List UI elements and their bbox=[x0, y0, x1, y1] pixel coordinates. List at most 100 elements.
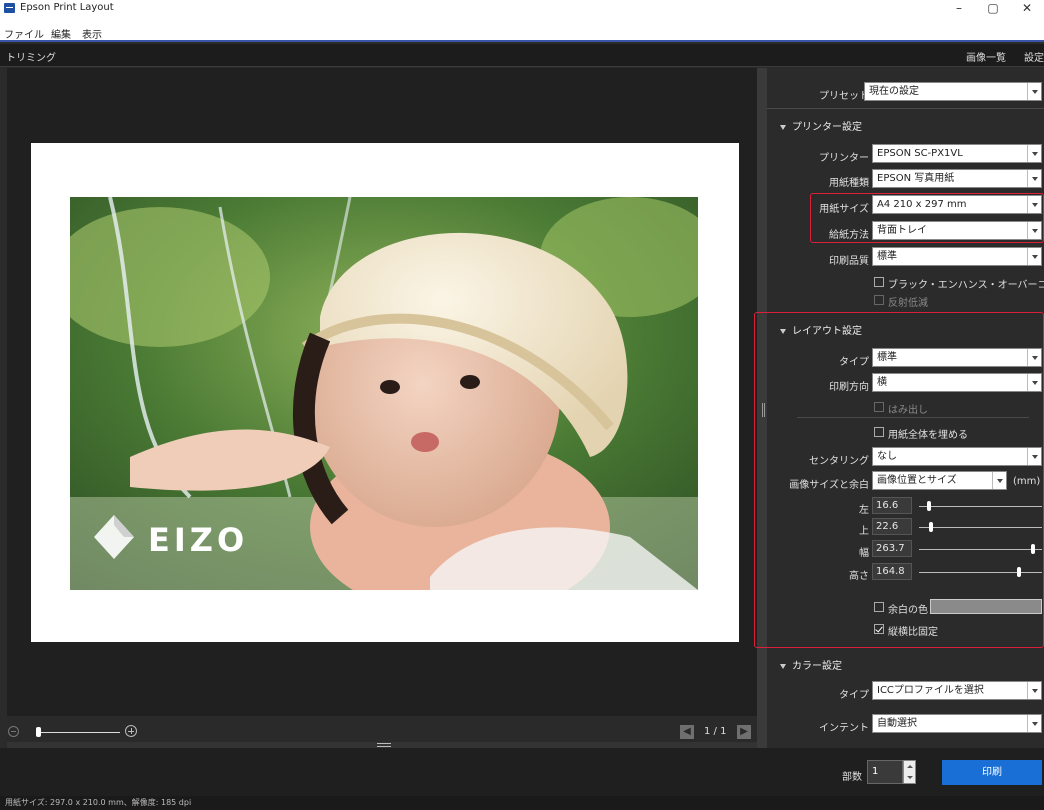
eizo-text: EIZO bbox=[148, 521, 248, 559]
menu-edit[interactable]: 編集 bbox=[51, 26, 71, 41]
next-page-button[interactable]: ▶ bbox=[737, 725, 751, 739]
orientation-label: 印刷方向 bbox=[829, 382, 869, 393]
print-preview: EIZO bbox=[7, 68, 757, 716]
height-slider-track[interactable] bbox=[919, 572, 1042, 573]
image-list-button[interactable]: 画像一覧 bbox=[966, 49, 1006, 64]
maximize-button[interactable]: ▢ bbox=[978, 1, 1008, 16]
menu-file[interactable]: ファイル bbox=[4, 26, 44, 41]
collapse-arrow-icon bbox=[780, 328, 786, 334]
fill-paper-checkbox[interactable] bbox=[874, 427, 884, 437]
title-bar: Epson Print Layout – ▢ ✕ bbox=[0, 0, 1044, 17]
paper-size-label: 用紙サイズ bbox=[819, 204, 869, 215]
collapse-arrow-icon bbox=[780, 663, 786, 669]
zoom-slider-track[interactable] bbox=[38, 732, 120, 733]
chevron-down-icon bbox=[1027, 83, 1041, 100]
settings-button[interactable]: 設定 bbox=[1024, 49, 1044, 64]
reflection-checkbox[interactable] bbox=[874, 295, 884, 305]
prev-page-button[interactable]: ◀ bbox=[680, 725, 694, 739]
type-select[interactable]: 標準 bbox=[872, 348, 1042, 367]
size-margin-select[interactable]: 画像位置とサイズ bbox=[872, 471, 1007, 490]
top-slider-knob[interactable] bbox=[929, 522, 934, 532]
epson-app-icon bbox=[4, 3, 15, 13]
unit-label: (mm) bbox=[1013, 476, 1041, 487]
chevron-down-icon bbox=[1027, 248, 1041, 265]
bleed-label: はみ出し bbox=[888, 405, 928, 416]
width-input[interactable]: 263.7 bbox=[872, 540, 912, 557]
width-label: 幅 bbox=[859, 548, 869, 559]
eizo-watermark-logo: EIZO bbox=[84, 507, 264, 562]
window-title: Epson Print Layout bbox=[20, 2, 114, 13]
keep-ratio-label: 縦横比固定 bbox=[888, 627, 938, 638]
status-bar: 用紙サイズ: 297.0 x 210.0 mm、解像度: 185 dpi bbox=[0, 796, 1044, 810]
printer-select[interactable]: EPSON SC-PX1VL bbox=[872, 144, 1042, 163]
quality-label: 印刷品質 bbox=[829, 256, 869, 267]
copies-label: 部数 bbox=[842, 772, 862, 783]
menu-view[interactable]: 表示 bbox=[82, 26, 102, 41]
zoom-in-icon[interactable] bbox=[125, 725, 137, 737]
chevron-down-icon bbox=[1027, 448, 1041, 465]
trimming-tab[interactable]: トリミング bbox=[6, 49, 56, 64]
zoom-slider-knob[interactable] bbox=[36, 727, 41, 737]
preset-select[interactable]: 現在の設定 bbox=[864, 82, 1042, 101]
color-settings-header[interactable]: カラー設定 bbox=[780, 657, 842, 672]
minimize-button[interactable]: – bbox=[944, 1, 974, 16]
reflection-label: 反射低減 bbox=[888, 298, 928, 309]
top-input[interactable]: 22.6 bbox=[872, 518, 912, 535]
intent-label: インテント bbox=[819, 723, 869, 734]
black-enhance-label: ブラック・エンハンス・オーバーコート bbox=[888, 280, 1044, 291]
feed-label: 給紙方法 bbox=[829, 230, 869, 241]
printer-label: プリンター bbox=[819, 153, 869, 164]
margin-color-swatch[interactable] bbox=[930, 599, 1042, 614]
width-slider-knob[interactable] bbox=[1031, 544, 1036, 554]
centering-label: センタリング bbox=[809, 456, 869, 467]
preset-label: プリセット bbox=[819, 91, 869, 102]
height-slider-knob[interactable] bbox=[1016, 567, 1021, 577]
black-enhance-checkbox[interactable] bbox=[874, 277, 884, 287]
paper-size-select[interactable]: A4 210 x 297 mm bbox=[872, 195, 1042, 214]
print-button[interactable]: 印刷 bbox=[942, 760, 1042, 785]
feed-select[interactable]: 背面トレイ bbox=[872, 221, 1042, 240]
chevron-down-icon bbox=[1027, 170, 1041, 187]
paper-type-select[interactable]: EPSON 写真用紙 bbox=[872, 169, 1042, 188]
fill-paper-label: 用紙全体を埋める bbox=[888, 430, 968, 441]
centering-select[interactable]: なし bbox=[872, 447, 1042, 466]
copies-input[interactable]: 1 bbox=[867, 760, 903, 784]
layout-settings-header[interactable]: レイアウト設定 bbox=[780, 322, 862, 337]
bleed-checkbox[interactable] bbox=[874, 402, 884, 412]
color-type-select[interactable]: ICCプロファイルを選択 bbox=[872, 681, 1042, 700]
quality-select[interactable]: 標準 bbox=[872, 247, 1042, 266]
keep-ratio-checkbox[interactable] bbox=[874, 624, 884, 634]
chevron-down-icon bbox=[1027, 682, 1041, 699]
chevron-down-icon bbox=[992, 472, 1006, 489]
paper-preview: EIZO bbox=[31, 143, 739, 642]
chevron-down-icon bbox=[1027, 145, 1041, 162]
printer-settings-header[interactable]: プリンター設定 bbox=[780, 118, 862, 133]
top-slider-track[interactable] bbox=[919, 527, 1042, 528]
left-input[interactable]: 16.6 bbox=[872, 497, 912, 514]
chevron-down-icon bbox=[1027, 374, 1041, 391]
collapse-arrow-icon bbox=[780, 124, 786, 130]
color-type-label: タイプ bbox=[839, 690, 869, 701]
mode-bar: トリミング 画像一覧 設定 bbox=[0, 44, 1044, 67]
margin-color-label: 余白の色 bbox=[888, 605, 928, 616]
intent-select[interactable]: 自動選択 bbox=[872, 714, 1042, 733]
margin-color-checkbox[interactable] bbox=[874, 602, 884, 612]
copies-spinner[interactable] bbox=[903, 760, 916, 784]
chevron-down-icon bbox=[1027, 196, 1041, 213]
height-label: 高さ bbox=[849, 571, 869, 582]
size-margin-label: 画像サイズと余白 bbox=[789, 480, 869, 491]
zoom-out-icon[interactable] bbox=[8, 726, 19, 737]
paper-type-label: 用紙種類 bbox=[829, 178, 869, 189]
height-input[interactable]: 164.8 bbox=[872, 563, 912, 580]
left-slider-track[interactable] bbox=[919, 506, 1042, 507]
menu-bar: ファイル 編集 表示 bbox=[0, 17, 1044, 42]
photo-preview[interactable]: EIZO bbox=[70, 197, 698, 590]
left-slider-knob[interactable] bbox=[926, 501, 931, 511]
width-slider-track[interactable] bbox=[919, 549, 1042, 550]
page-indicator: 1 / 1 bbox=[704, 726, 727, 737]
close-button[interactable]: ✕ bbox=[1012, 1, 1042, 16]
chevron-down-icon bbox=[1027, 222, 1041, 239]
chevron-down-icon bbox=[1027, 349, 1041, 366]
left-label: 左 bbox=[859, 505, 869, 516]
orientation-select[interactable]: 横 bbox=[872, 373, 1042, 392]
